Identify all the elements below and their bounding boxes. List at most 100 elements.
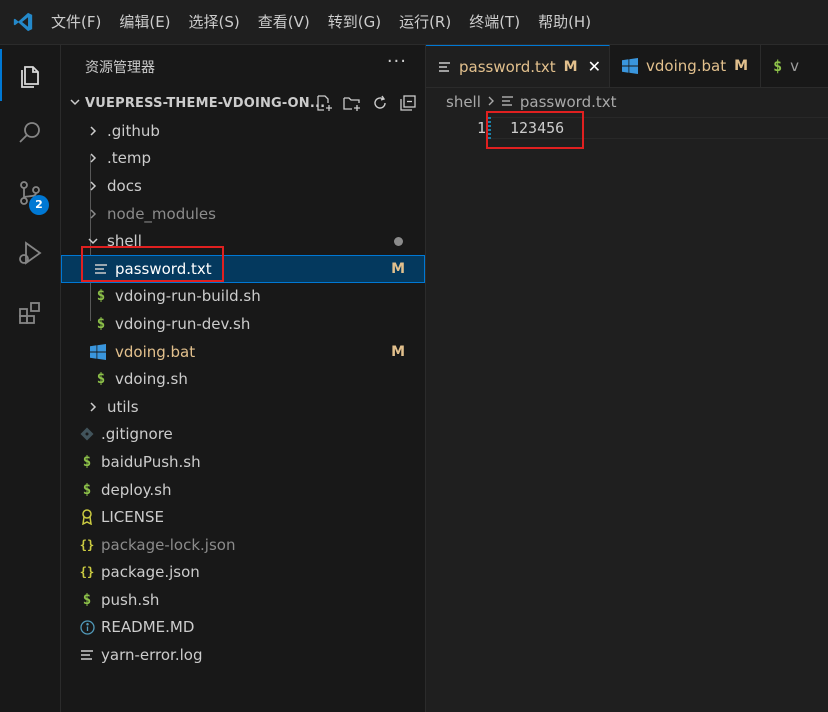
tree-item-label: package-lock.json (101, 535, 236, 554)
tab-bar: password.txt M ✕ vdoing.bat M $ v (426, 45, 828, 88)
collapse-all-button[interactable] (397, 93, 419, 113)
extensions-button[interactable] (0, 283, 60, 343)
chevron-right-icon (85, 205, 101, 223)
tree-file-gitignore[interactable]: .gitignore (61, 421, 425, 449)
tree-folder-temp[interactable]: .temp (61, 145, 425, 173)
tree-folder-node-modules[interactable]: node_modules (61, 200, 425, 228)
tree-item-label: .gitignore (101, 425, 173, 444)
chevron-right-icon (85, 398, 101, 416)
tree-item-label: README.MD (101, 618, 195, 637)
run-debug-icon (19, 241, 42, 265)
tree-item-label: .temp (107, 149, 152, 168)
tree-item-label: baiduPush.sh (101, 452, 201, 471)
explorer-sidebar: 资源管理器 ··· VUEPRESS-THEME-VDOING-ON... .g… (61, 45, 426, 712)
new-folder-icon (343, 97, 360, 111)
breadcrumb-folder[interactable]: shell (446, 93, 481, 111)
tree-file-yarn-error[interactable]: yarn-error.log (61, 641, 425, 669)
source-control-button[interactable]: 2 (0, 163, 60, 223)
modified-status: M (391, 343, 405, 360)
tree-file-vdoing-sh[interactable]: $ vdoing.sh (61, 365, 425, 393)
menu-run[interactable]: 运行(R) (390, 0, 460, 44)
sidebar-title: 资源管理器 (85, 60, 155, 76)
chevron-right-icon (487, 93, 495, 111)
modified-status: M (563, 58, 578, 75)
text-file-icon (501, 93, 514, 111)
tab-label: password.txt (459, 57, 556, 76)
tab-label: v (790, 57, 799, 75)
text-file-icon (79, 646, 95, 664)
tab-overflow[interactable]: $ v (761, 45, 828, 87)
refresh-icon (374, 95, 386, 109)
menu-edit[interactable]: 编辑(E) (110, 0, 179, 44)
tree-file-deploy[interactable]: $ deploy.sh (61, 476, 425, 504)
tree-item-label: yarn-error.log (101, 646, 203, 665)
menu-help[interactable]: 帮助(H) (529, 0, 600, 44)
scm-count-badge: 2 (29, 195, 49, 215)
tree-item-label: .github (107, 121, 160, 140)
chevron-right-icon (85, 122, 101, 140)
tree-file-vdoing-run-build[interactable]: $ vdoing-run-build.sh (61, 283, 425, 311)
dollar-icon: $ (96, 371, 106, 388)
menu-terminal[interactable]: 终端(T) (460, 0, 529, 44)
tree-folder-utils[interactable]: utils (61, 393, 425, 421)
tree-item-label: vdoing.sh (115, 370, 188, 389)
license-icon (79, 508, 95, 526)
tab-vdoing-bat[interactable]: vdoing.bat M (610, 45, 762, 87)
git-icon (79, 425, 95, 443)
menu-go[interactable]: 转到(G) (319, 0, 390, 44)
tree-file-vdoing-run-dev[interactable]: $ vdoing-run-dev.sh (61, 310, 425, 338)
tree-item-label: package.json (101, 563, 200, 582)
tree-item-label: node_modules (107, 204, 216, 223)
tree-file-package-json[interactable]: {} package.json (61, 559, 425, 587)
tab-password-txt[interactable]: password.txt M ✕ (426, 45, 610, 87)
dollar-icon: $ (82, 591, 92, 608)
vscode-logo-icon (13, 12, 33, 32)
dollar-icon: $ (96, 315, 106, 332)
editor-area: password.txt M ✕ vdoing.bat M $ v shell … (426, 45, 828, 712)
tree-file-package-lock[interactable]: {} package-lock.json (61, 531, 425, 559)
modified-status: M (734, 58, 749, 74)
search-button[interactable] (0, 103, 60, 163)
tree-file-readme[interactable]: README.MD (61, 614, 425, 642)
new-file-icon (317, 95, 332, 111)
tree-file-license[interactable]: LICENSE (61, 503, 425, 531)
tree-file-vdoing-bat[interactable]: vdoing.bat M (61, 338, 425, 366)
chevron-down-icon (65, 94, 85, 112)
tree-item-label: docs (107, 176, 142, 195)
close-tab-icon[interactable]: ✕ (588, 57, 601, 76)
tree-file-push[interactable]: $ push.sh (61, 586, 425, 614)
modified-dot-icon (394, 236, 403, 246)
file-tree: .github .temp docs node_modules shell pa… (61, 117, 425, 669)
tree-file-baidupush[interactable]: $ baiduPush.sh (61, 448, 425, 476)
info-icon (79, 618, 95, 636)
menu-file[interactable]: 文件(F) (42, 0, 110, 44)
project-name: VUEPRESS-THEME-VDOING-ON... (85, 95, 326, 111)
tree-folder-github[interactable]: .github (61, 117, 425, 145)
tree-folder-docs[interactable]: docs (61, 172, 425, 200)
breadcrumb-file[interactable]: password.txt (520, 93, 617, 111)
breadcrumb: shell password.txt (446, 93, 617, 111)
json-icon: {} (79, 565, 95, 580)
explorer-button[interactable] (0, 45, 60, 105)
menu-bar: 文件(F) 编辑(E) 选择(S) 查看(V) 转到(G) 运行(R) 终端(T… (0, 0, 828, 45)
tree-item-label: vdoing-run-build.sh (115, 287, 261, 306)
tree-item-label: LICENSE (101, 508, 164, 527)
dollar-icon: $ (82, 453, 92, 470)
new-file-button[interactable] (313, 93, 335, 113)
menu-view[interactable]: 查看(V) (249, 0, 319, 44)
files-icon (21, 66, 39, 88)
tree-item-label: vdoing.bat (115, 342, 196, 361)
windows-icon (89, 343, 107, 361)
new-folder-button[interactable] (341, 93, 363, 113)
project-header[interactable]: VUEPRESS-THEME-VDOING-ON... (61, 89, 425, 117)
more-actions-button[interactable]: ··· (387, 51, 407, 72)
run-debug-button[interactable] (0, 223, 60, 283)
tree-item-label: deploy.sh (101, 480, 172, 499)
windows-icon (622, 58, 638, 74)
menu-selection[interactable]: 选择(S) (180, 0, 249, 44)
tree-item-label: vdoing-run-dev.sh (115, 314, 251, 333)
tree-item-label: utils (107, 397, 139, 416)
refresh-button[interactable] (369, 93, 391, 113)
dollar-icon: $ (96, 288, 106, 305)
search-icon (19, 122, 40, 143)
